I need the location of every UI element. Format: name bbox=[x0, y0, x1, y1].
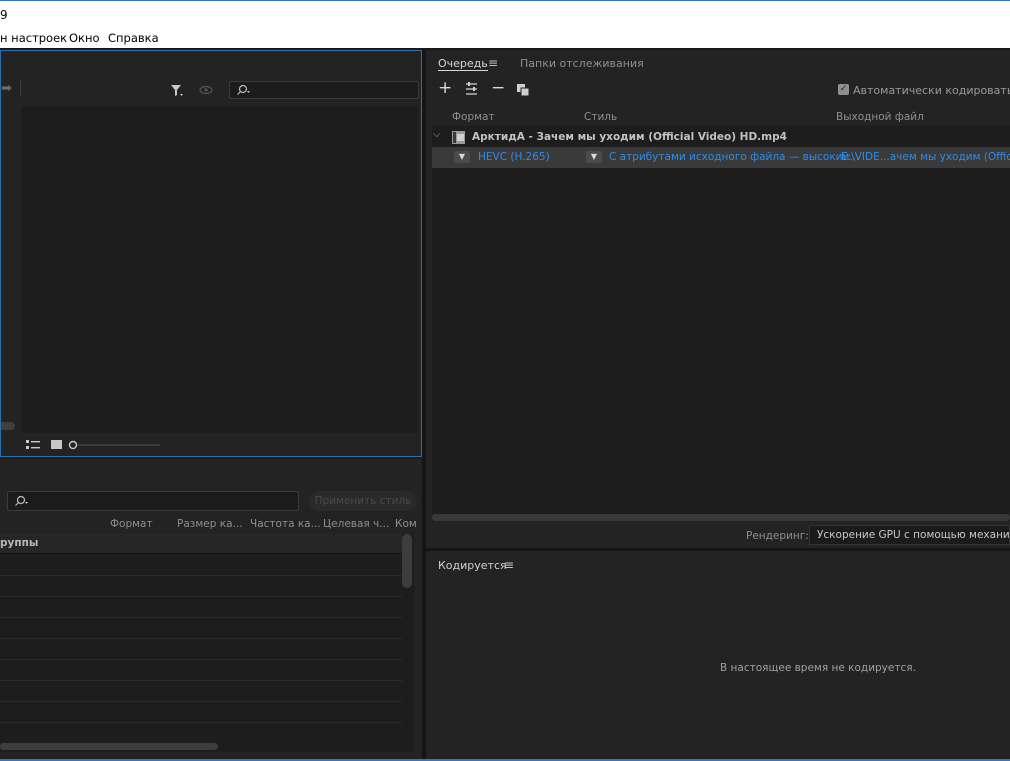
menu-item-window[interactable]: Окно bbox=[69, 31, 100, 45]
row-divider bbox=[0, 617, 402, 618]
toolbar-divider bbox=[20, 80, 21, 96]
column-header-format[interactable]: Формат bbox=[110, 518, 153, 530]
renderer-select[interactable]: Ускорение GPU с помощью механизма bbox=[809, 525, 1010, 545]
column-header-output[interactable]: Выходной файл bbox=[836, 111, 924, 123]
media-content-area bbox=[21, 106, 418, 433]
menu-bar: н настроек Окно Справка bbox=[0, 30, 1010, 48]
output-format-link[interactable]: HEVC (H.265) bbox=[478, 151, 550, 163]
media-search-input[interactable] bbox=[229, 81, 419, 99]
queue-output-row[interactable]: ▼ HEVC (H.265) ▼ С атрибутами исходного … bbox=[432, 147, 1010, 168]
menu-item-help[interactable]: Справка bbox=[108, 31, 159, 45]
preset-group-label: руппы bbox=[0, 537, 39, 549]
expand-chevron-icon[interactable]: ⌵ bbox=[433, 129, 441, 140]
row-divider bbox=[0, 680, 402, 681]
renderer-label: Рендеринг: bbox=[746, 530, 809, 542]
tab-queue[interactable]: Очередь bbox=[438, 57, 488, 71]
remove-icon[interactable]: − bbox=[491, 80, 505, 97]
row-divider bbox=[0, 553, 402, 554]
auto-encode-checkbox[interactable]: ✓ bbox=[838, 84, 849, 95]
title-bar: 9 bbox=[0, 0, 1010, 30]
row-divider bbox=[0, 701, 402, 702]
tab-watch-folders[interactable]: Папки отслеживания bbox=[520, 57, 644, 70]
row-divider bbox=[0, 659, 402, 660]
filter-icon[interactable] bbox=[170, 84, 184, 98]
preset-browser-panel: Применить стиль Формат Размер ка... Част… bbox=[0, 459, 422, 761]
auto-encode-label: Автоматически кодировать папки bbox=[853, 84, 1010, 97]
column-header-comment[interactable]: Ком bbox=[395, 518, 417, 530]
column-header-format[interactable]: Формат bbox=[452, 111, 495, 123]
horizontal-scrollbar[interactable] bbox=[0, 743, 218, 750]
column-header-preset[interactable]: Стиль bbox=[584, 111, 617, 123]
output-preset-link[interactable]: С атрибутами исходного файла — высокий..… bbox=[609, 151, 859, 163]
queue-source-row[interactable]: ⌵ АрктидА - Зачем мы уходим (Official Vi… bbox=[432, 129, 1010, 147]
tab-menu-icon[interactable]: ≡ bbox=[488, 56, 498, 70]
preset-list: руппы bbox=[0, 534, 414, 752]
eye-icon[interactable] bbox=[199, 85, 213, 95]
vertical-scrollbar[interactable] bbox=[402, 534, 412, 588]
row-divider bbox=[0, 575, 402, 576]
search-icon bbox=[15, 495, 28, 506]
format-dropdown-icon[interactable]: ▼ bbox=[454, 151, 470, 163]
search-icon bbox=[237, 84, 250, 95]
apply-preset-button[interactable]: Применить стиль bbox=[309, 491, 417, 511]
media-browser-panel: ➡ bbox=[0, 50, 422, 457]
source-file-name: АрктидА - Зачем мы уходим (Official Vide… bbox=[472, 131, 787, 143]
row-divider bbox=[0, 596, 402, 597]
row-divider bbox=[0, 638, 402, 639]
menu-item-presets[interactable]: н настроек bbox=[0, 31, 67, 45]
forward-arrow-icon[interactable]: ➡ bbox=[1, 81, 12, 96]
video-file-icon bbox=[452, 131, 465, 144]
list-view-icon[interactable] bbox=[26, 440, 40, 450]
encoding-panel: Кодируется ≡ В настоящее время не кодиру… bbox=[426, 551, 1010, 761]
column-header-frame-rate[interactable]: Частота ка... bbox=[250, 518, 321, 530]
add-source-icon[interactable]: + bbox=[438, 80, 452, 97]
output-file-link[interactable]: E:\VIDE...ачем мы уходим (Official Video bbox=[841, 151, 1010, 163]
panel-menu-icon[interactable]: ≡ bbox=[504, 558, 514, 572]
zoom-slider[interactable] bbox=[68, 439, 161, 451]
horizontal-scrollbar[interactable] bbox=[1, 422, 15, 430]
preset-group-row[interactable]: руппы bbox=[0, 534, 402, 553]
queue-panel: Очередь ≡ Папки отслеживания + − ✓ Автом… bbox=[426, 50, 1010, 548]
renderer-value: Ускорение GPU с помощью механизма bbox=[817, 529, 1010, 541]
row-divider bbox=[0, 722, 402, 723]
column-header-frame-size[interactable]: Размер ка... bbox=[177, 518, 243, 530]
encoding-status: В настоящее время не кодируется. bbox=[720, 662, 916, 674]
horizontal-scrollbar[interactable] bbox=[432, 514, 1010, 521]
column-header-target-rate[interactable]: Целевая ч... bbox=[323, 518, 389, 530]
icon-view-icon[interactable] bbox=[51, 440, 62, 449]
preset-search-input[interactable] bbox=[7, 491, 299, 511]
preset-settings-icon[interactable] bbox=[463, 82, 479, 96]
queue-list: ⌵ АрктидА - Зачем мы уходим (Official Vi… bbox=[432, 126, 1010, 514]
encoding-title: Кодируется bbox=[438, 559, 507, 572]
preset-dropdown-icon[interactable]: ▼ bbox=[586, 151, 602, 163]
window-title: 9 bbox=[0, 8, 8, 22]
duplicate-icon[interactable] bbox=[517, 84, 530, 96]
